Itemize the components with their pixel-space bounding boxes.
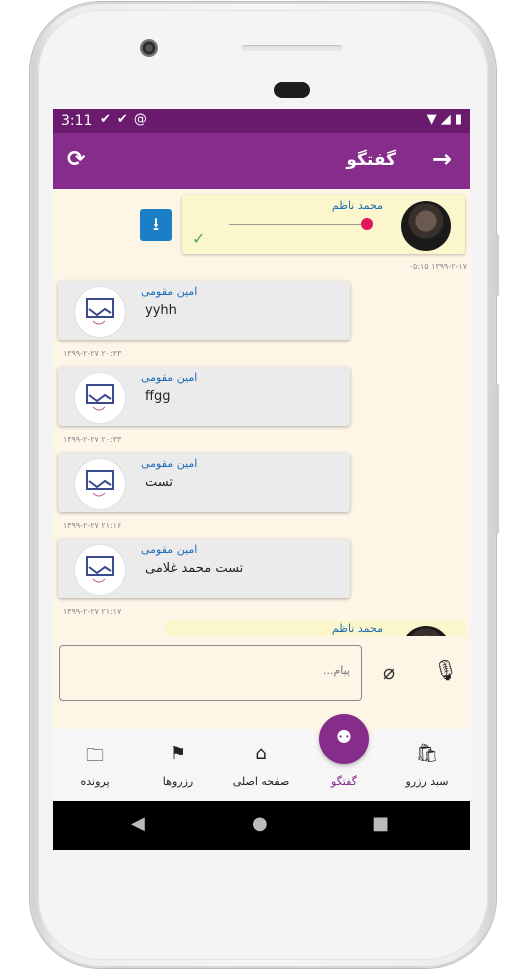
message-sender: محمد ناظم xyxy=(331,622,383,635)
message-sender: امین مقومی xyxy=(141,285,198,298)
incoming-message-bubble[interactable]: امین مقومی yyhh xyxy=(58,281,350,340)
message-timestamp: ۱۳۹۹-۲-۲۷ ۲۰:۳۳ xyxy=(63,349,122,358)
page-title: گفتگو xyxy=(346,150,396,170)
message-sender: محمد ناظم xyxy=(331,199,383,212)
message-sender: امین مقومی xyxy=(141,371,198,384)
back-triangle-icon[interactable]: ◀ xyxy=(131,813,145,834)
nav-item-files[interactable]: 🗀 پرونده xyxy=(55,743,135,788)
voice-progress-knob[interactable] xyxy=(361,218,373,230)
back-arrow-icon[interactable]: → xyxy=(432,145,452,173)
earpiece-speaker xyxy=(242,45,342,51)
volume-button xyxy=(495,234,499,296)
proximity-sensor xyxy=(274,82,310,98)
nav-item-home[interactable]: ⌂ صفحه اصلی xyxy=(221,743,301,788)
message-sender: امین مقومی xyxy=(141,543,198,556)
incoming-message-bubble[interactable]: امین مقومی تست xyxy=(58,453,350,512)
message-text: تست محمد غلامی xyxy=(145,561,244,576)
message-input[interactable] xyxy=(70,664,350,677)
shopping-bag-icon: 🛍 xyxy=(415,743,439,764)
at-icon: @ xyxy=(133,112,153,127)
nav-label: پرونده xyxy=(80,775,110,788)
refresh-icon[interactable]: ⟳ xyxy=(67,147,85,172)
power-button xyxy=(495,384,499,534)
nav-label: سبد رزرو xyxy=(405,775,449,788)
compose-bar: ⌀ 🎙 xyxy=(53,636,470,730)
status-time: 3:11 xyxy=(61,113,93,129)
message-timestamp: ۱۳۹۹-۲-۲۷ ۲۱:۱۶ xyxy=(63,521,122,530)
system-navigation-bar: ◀ ● ■ xyxy=(53,801,470,850)
home-circle-icon[interactable]: ● xyxy=(252,813,268,834)
handshake-logo-icon xyxy=(86,470,114,497)
message-timestamp: ۰۵:۱۵ ۱۳۹۹-۲-۱۷ xyxy=(408,262,467,271)
golf-flag-icon: ⚑ xyxy=(169,743,187,764)
nav-label: صفحه اصلی xyxy=(232,775,290,788)
app-bar: ⟳ گفتگو → xyxy=(53,133,470,189)
avatar xyxy=(75,545,125,595)
check-icon: ✔ xyxy=(100,112,117,127)
message-timestamp: ۱۳۹۹-۲-۲۷ ۲۰:۳۳ xyxy=(63,435,122,444)
message-input-box[interactable] xyxy=(59,645,362,701)
download-button[interactable]: ⭳ xyxy=(140,209,172,241)
nav-label: رزروها xyxy=(162,775,194,788)
battery-icon: ▮ xyxy=(454,112,462,127)
check-icon: ✔ xyxy=(116,112,134,127)
status-system-icons: ▼ ◢ ▮ xyxy=(427,112,462,127)
handshake-logo-icon xyxy=(86,556,114,583)
message-text: ffgg xyxy=(145,389,171,404)
status-notification-icons: ✔✔@ xyxy=(100,112,153,127)
handshake-logo-icon xyxy=(86,298,114,325)
message-timestamp: ۱۳۹۹-۲-۲۷ ۲۱:۱۷ xyxy=(63,607,122,616)
avatar xyxy=(75,287,125,337)
message-sender: امین مقومی xyxy=(141,457,198,470)
sent-check-icon: ✓ xyxy=(192,229,206,248)
avatar xyxy=(401,201,451,251)
status-bar: 3:11 ✔✔@ ▼ ◢ ▮ xyxy=(53,109,470,133)
avatar xyxy=(75,373,125,423)
nav-item-chat[interactable]: گفتگو xyxy=(304,743,384,788)
voice-progress-track[interactable] xyxy=(229,224,365,225)
mic-icon[interactable]: 🎙 xyxy=(433,658,458,682)
home-icon: ⌂ xyxy=(255,743,267,764)
phone-screen: 3:11 ✔✔@ ▼ ◢ ▮ ⟳ گفتگو → ⭳ محمد ناظم ✓ ۰… xyxy=(53,109,470,850)
download-icon: ⭳ xyxy=(152,214,160,235)
message-text: yyhh xyxy=(145,303,177,318)
signal-icon: ◢ xyxy=(440,112,451,127)
nav-item-reservations[interactable]: ⚑ رزروها xyxy=(138,743,218,788)
handshake-logo-icon xyxy=(86,384,114,411)
voice-message-bubble[interactable]: محمد ناظم ✓ xyxy=(182,195,465,254)
recents-square-icon[interactable]: ■ xyxy=(372,813,389,834)
folder-icon: 🗀 xyxy=(86,745,104,766)
incoming-message-bubble[interactable]: امین مقومی ffgg xyxy=(58,367,350,426)
nav-label: گفتگو xyxy=(331,775,357,788)
message-text: تست xyxy=(145,475,173,490)
nav-item-cart[interactable]: 🛍 سبد رزرو xyxy=(387,743,467,788)
front-camera xyxy=(140,39,158,57)
incoming-message-bubble[interactable]: امین مقومی تست محمد غلامی xyxy=(58,539,350,598)
paperclip-icon[interactable]: ⌀ xyxy=(383,660,395,684)
wifi-icon: ▼ xyxy=(426,112,437,127)
avatar xyxy=(75,459,125,509)
